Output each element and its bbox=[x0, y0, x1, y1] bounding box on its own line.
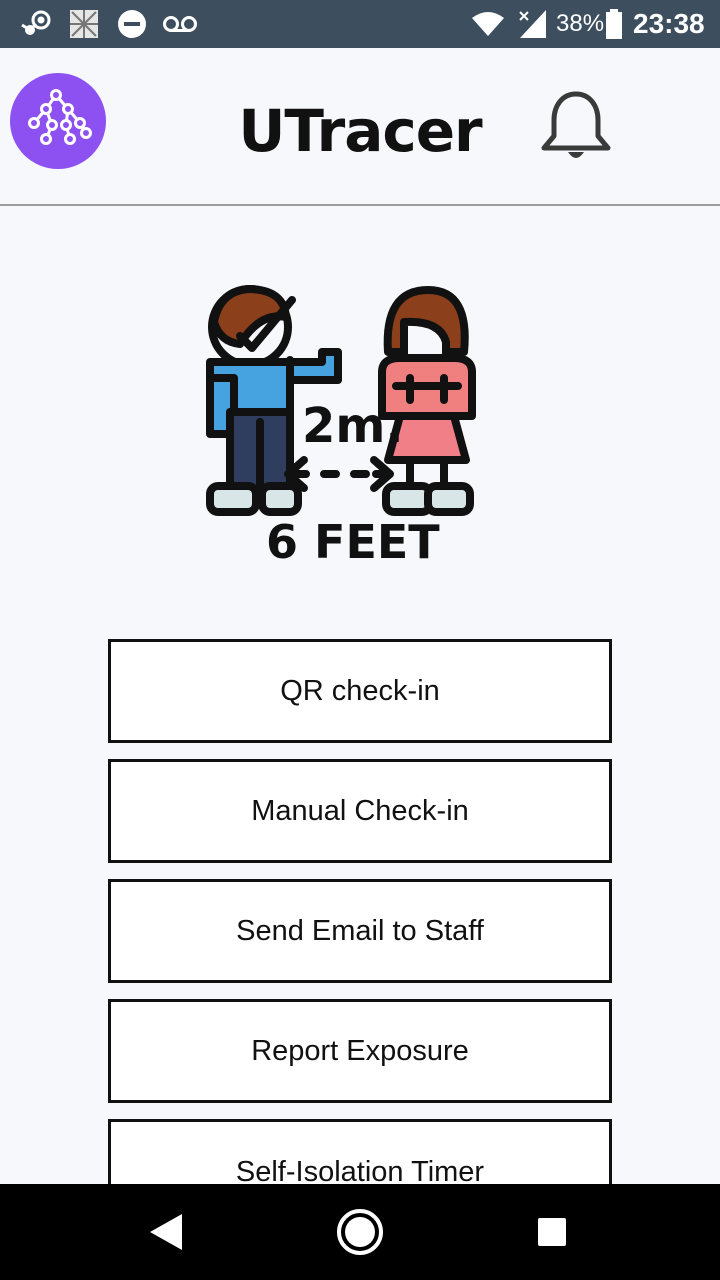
navigation-bar bbox=[0, 1184, 720, 1280]
clock: 23:38 bbox=[633, 8, 705, 39]
do-not-disturb-icon bbox=[116, 8, 148, 40]
qr-check-in-button[interactable]: QR check-in bbox=[108, 639, 612, 743]
home-icon[interactable] bbox=[332, 1204, 388, 1260]
battery-icon bbox=[604, 8, 624, 40]
signal-icon bbox=[516, 8, 548, 40]
bell-icon[interactable] bbox=[536, 86, 616, 166]
send-email-to-staff-button[interactable]: Send Email to Staff bbox=[108, 879, 612, 983]
back-icon[interactable] bbox=[138, 1204, 194, 1260]
social-distancing-illustration: 2m. 6 FEET bbox=[200, 282, 480, 569]
steam-icon bbox=[20, 8, 54, 40]
recents-icon[interactable] bbox=[524, 1204, 580, 1260]
distance-imperial-label: 6 FEET bbox=[266, 515, 440, 568]
app-header: UTracer bbox=[0, 48, 720, 206]
image-icon bbox=[68, 8, 100, 40]
battery-percentage: 38% bbox=[556, 10, 605, 37]
distance-metric-label: 2m. bbox=[302, 398, 404, 454]
manual-check-in-button[interactable]: Manual Check-in bbox=[108, 759, 612, 863]
report-exposure-button[interactable]: Report Exposure bbox=[108, 999, 612, 1103]
voicemail-icon bbox=[162, 8, 198, 40]
status-bar: 38% 23:38 bbox=[0, 0, 720, 48]
wifi-icon bbox=[470, 8, 506, 40]
